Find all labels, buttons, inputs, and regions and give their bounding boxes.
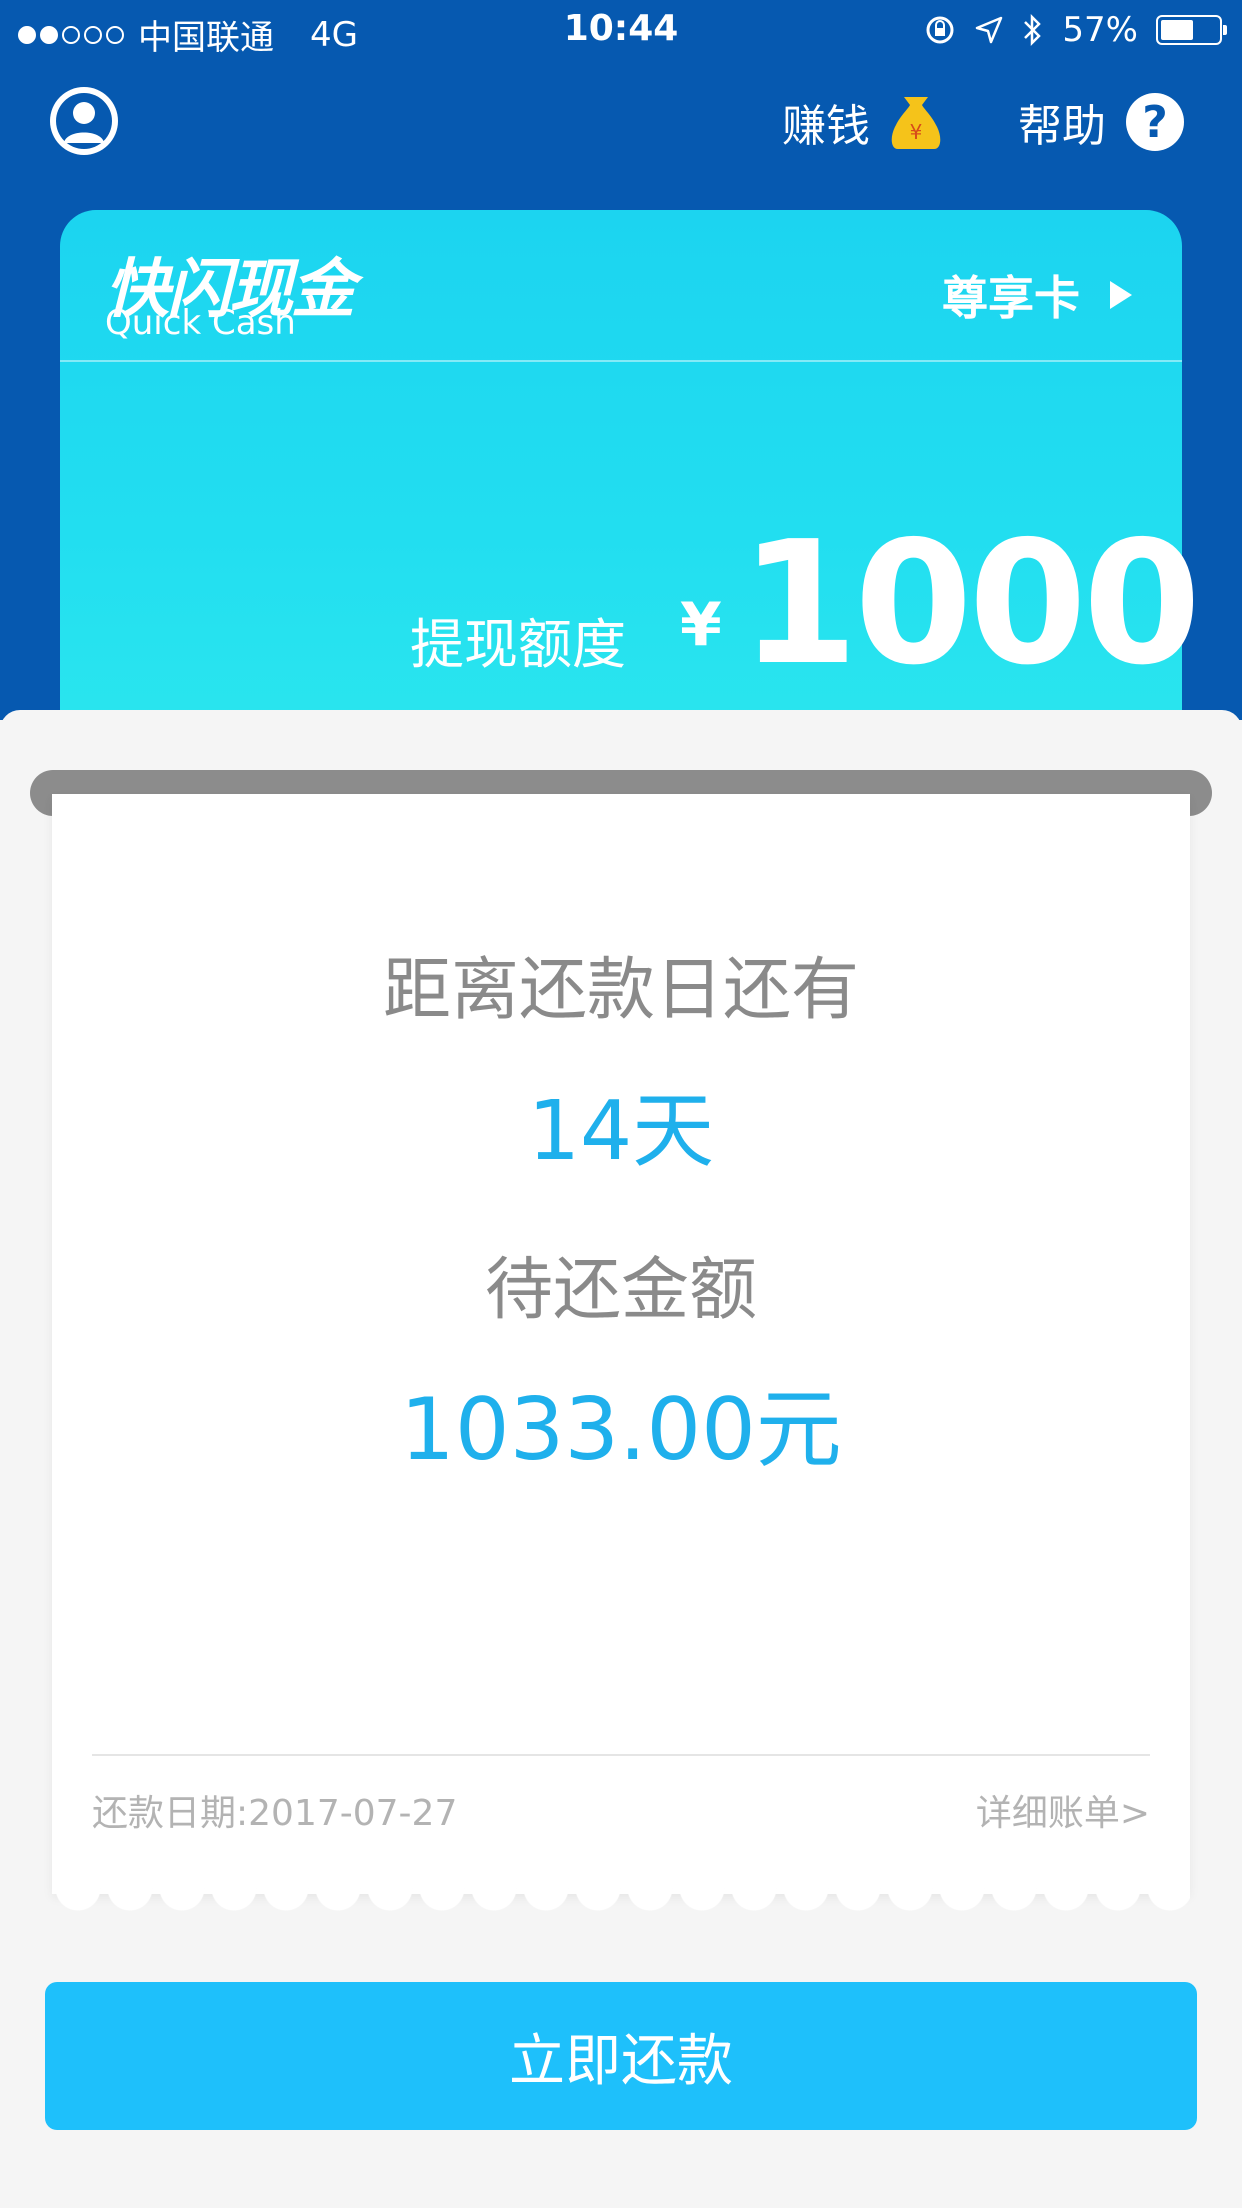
rotation-lock-icon [926, 16, 954, 44]
days-until-due-value: 14天 [527, 1084, 715, 1179]
currency-symbol: ¥ [680, 590, 722, 660]
vip-card-link[interactable]: 尊享卡 [942, 262, 1132, 328]
days-until-due-label: 距离还款日还有 [382, 951, 859, 1030]
help-button[interactable]: 帮助 ? [1018, 90, 1184, 154]
battery-icon [1156, 15, 1227, 45]
limit-amount: 1000 [740, 505, 1201, 703]
bluetooth-icon [1024, 13, 1042, 47]
earn-money-button[interactable]: 赚钱 ¥ [782, 90, 944, 154]
card-divider [60, 360, 1182, 362]
arrow-right-icon [1110, 281, 1132, 309]
due-date: 还款日期:2017-07-27 [92, 1793, 458, 1834]
limit-label: 提现额度 [410, 613, 626, 676]
receipt-divider [92, 1754, 1150, 1756]
amount-due-label: 待还金额 [484, 1251, 757, 1330]
vip-label: 尊享卡 [942, 271, 1080, 325]
repayment-receipt: 距离还款日还有 14天 待还金额 1033.00元 还款日期:2017-07-2… [52, 794, 1190, 1894]
receipt-scallop-edge [52, 1888, 1190, 1914]
help-label: 帮助 [1018, 101, 1106, 152]
battery-fill [1161, 20, 1193, 40]
detailed-bill-link[interactable]: 详细账单> [976, 1784, 1150, 1836]
question-mark-icon: ? [1126, 93, 1184, 151]
person-icon [52, 89, 116, 153]
quick-cash-card: 快闪现金 Quick Cash 尊享卡 提现额度 ¥ 1000 [60, 210, 1201, 750]
battery-percent: 57% [1062, 10, 1138, 50]
amount-due-value: 1033.00元 [400, 1380, 842, 1480]
earn-label: 赚钱 [782, 101, 870, 152]
repay-now-button[interactable]: 立即还款 [45, 1982, 1197, 2130]
brand-logo-en: Quick Cash [105, 303, 296, 343]
app-header: 赚钱 ¥ 帮助 ? [0, 62, 1242, 182]
user-avatar-icon[interactable] [50, 87, 118, 155]
status-right: 57% [924, 10, 1227, 50]
location-icon [976, 16, 1003, 44]
status-bar: 中国联通 4G 10:44 57% [0, 0, 1242, 62]
svg-text:¥: ¥ [910, 120, 923, 144]
money-bag-icon: ¥ [891, 97, 941, 149]
